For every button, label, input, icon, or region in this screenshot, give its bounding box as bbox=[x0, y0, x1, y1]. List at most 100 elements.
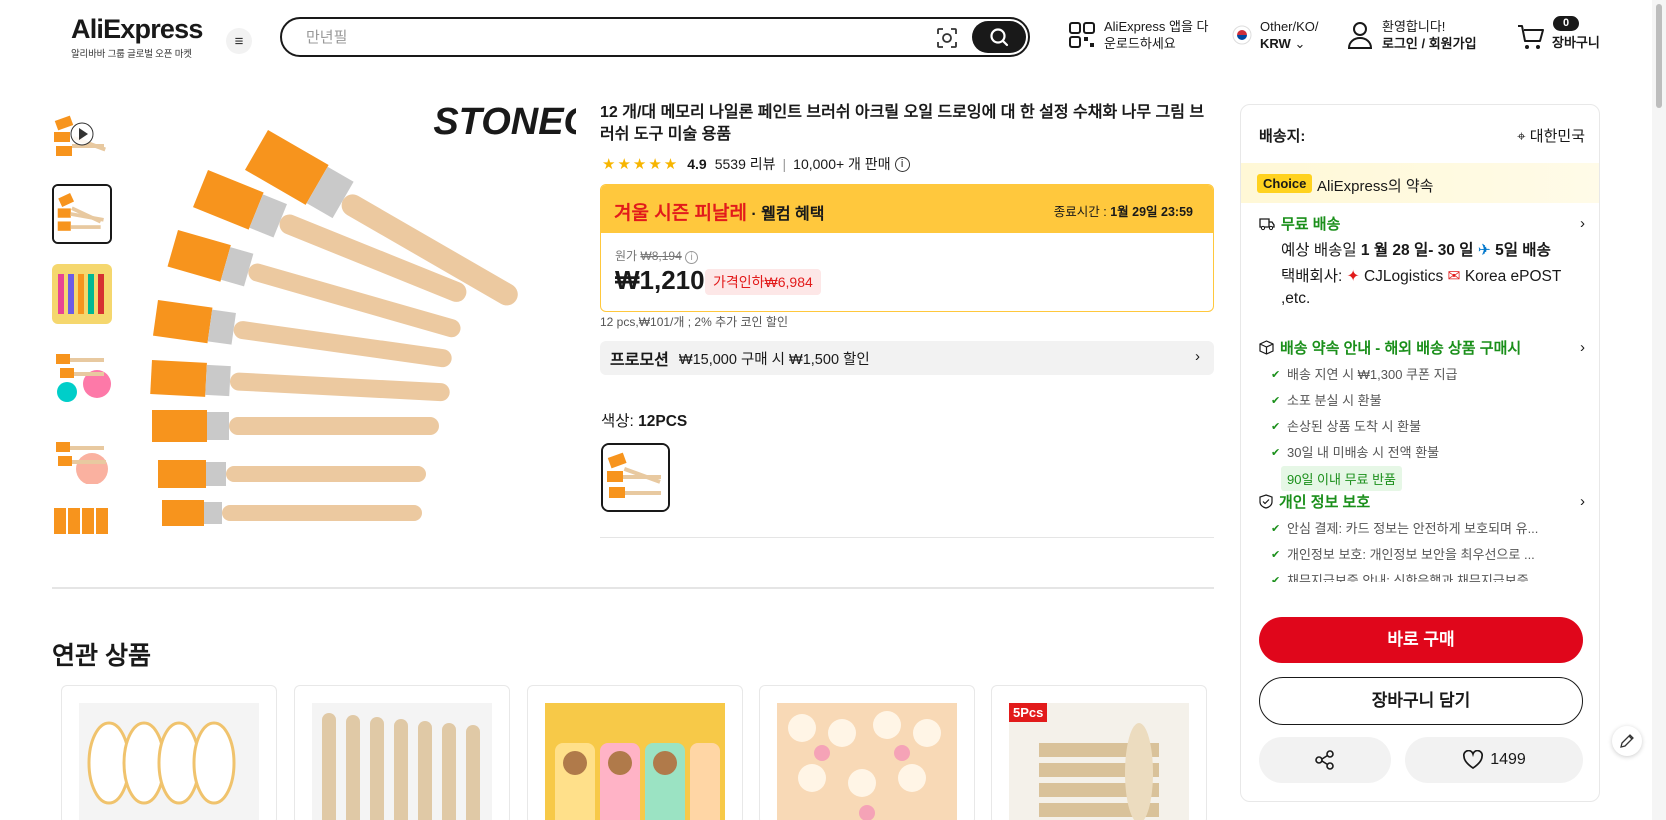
buy-now-button[interactable]: 바로 구매 bbox=[1259, 617, 1583, 663]
aliexpress-logo[interactable]: AliExpress 알리바바 그룹 글로벌 오픈 마켓 bbox=[71, 14, 203, 60]
promo-end-label: 종료시간 : bbox=[1053, 205, 1111, 219]
color-label: 색상: 12PCS bbox=[601, 409, 687, 431]
scrollbar-thumb[interactable] bbox=[1656, 4, 1662, 108]
privacy-item: 안심 결제: 카드 정보는 안전하게 보호되며 유... bbox=[1259, 516, 1585, 542]
privacy-item: 개인정보 보호: 개인정보 보안을 최우선으로 ... bbox=[1259, 542, 1585, 568]
header: AliExpress 알리바바 그룹 글로벌 오픈 마켓 ≡ AliExpres… bbox=[0, 0, 1666, 80]
thumbnail-5[interactable] bbox=[52, 504, 112, 550]
menu-icon[interactable]: ≡ bbox=[226, 28, 252, 54]
discount-badge: 가격인하₩6,984 bbox=[705, 269, 821, 295]
add-to-cart-button[interactable]: 장바구니 담기 bbox=[1259, 677, 1583, 725]
cart-count-badge: 0 bbox=[1553, 16, 1579, 31]
info-icon[interactable]: i bbox=[685, 251, 699, 264]
user-icon bbox=[1347, 22, 1373, 49]
related-product-card[interactable] bbox=[294, 685, 510, 820]
share-icon bbox=[1315, 750, 1334, 770]
related-product-image bbox=[312, 703, 492, 820]
promo-title: 겨울 시즌 피날레 bbox=[614, 203, 747, 224]
logo-tagline: 알리바바 그룹 글로벌 오픈 마켓 bbox=[71, 49, 192, 60]
related-product-card[interactable] bbox=[61, 685, 277, 820]
est-delivery-label: 예상 배송일 bbox=[1281, 242, 1361, 259]
chevron-right-icon: › bbox=[1580, 339, 1585, 356]
divider bbox=[600, 537, 1214, 538]
wishlist-button[interactable]: 1499 bbox=[1405, 737, 1583, 783]
swatch-image bbox=[603, 445, 668, 510]
delivery-guarantee-section[interactable]: 배송 약속 안내 - 해외 배송 상품 구매시 › 배송 지연 시 ₩1,300… bbox=[1259, 337, 1585, 491]
related-product-card[interactable] bbox=[759, 685, 975, 820]
brush-thumbnail-image bbox=[52, 344, 112, 404]
heart-icon bbox=[1463, 750, 1484, 769]
privacy-section[interactable]: 개인 정보 보호 › 안심 결제: 카드 정보는 안전하게 보호되며 유... … bbox=[1259, 491, 1585, 582]
ship-to-label: 배송지: bbox=[1259, 128, 1306, 145]
promo-price-box: 겨울 시즌 피날레 · 웰컴 혜택 종료시간 : 1월 29일 23:59 원가… bbox=[600, 184, 1214, 312]
plane-icon: ✈ bbox=[1477, 242, 1491, 259]
thumbnail-3[interactable] bbox=[52, 344, 112, 404]
korea-flag-icon bbox=[1232, 25, 1252, 45]
info-icon[interactable]: i bbox=[894, 156, 910, 172]
app-download[interactable]: AliExpress 앱을 다 운로드하세요 bbox=[1068, 18, 1209, 52]
ship-to-value[interactable]: ⌖ 대한민국 bbox=[1517, 125, 1585, 146]
promo-subtitle: · 웰컴 혜택 bbox=[746, 206, 825, 223]
purchase-panel: 배송지: ⌖ 대한민국 Choice AliExpress의 약속 무료 배송 … bbox=[1240, 104, 1600, 802]
main-product-image[interactable]: STONEGO bbox=[148, 100, 576, 546]
edit-pencil-button[interactable] bbox=[1612, 726, 1642, 756]
related-product-image bbox=[777, 703, 957, 820]
brush-thumbnail-image bbox=[52, 504, 112, 550]
rating-row[interactable]: ★★★★★ 4.9 5539 리뷰 | 10,000+ 개 판매 i bbox=[602, 154, 910, 174]
image-search-icon[interactable] bbox=[936, 27, 958, 49]
related-product-card[interactable] bbox=[527, 685, 743, 820]
thumbnail-4[interactable] bbox=[52, 424, 112, 484]
promotion-bar[interactable]: 프로모션 ₩15,000 구매 시 ₩1,500 할인 › bbox=[600, 341, 1214, 375]
page-scrollbar[interactable] bbox=[1652, 0, 1666, 820]
rating-stars: ★★★★★ bbox=[602, 156, 680, 173]
guarantee-item: 30일 내 미배송 시 전액 환불 bbox=[1259, 440, 1585, 466]
divider bbox=[52, 587, 1214, 589]
currency-text: KRW bbox=[1260, 36, 1291, 51]
review-count[interactable]: 5539 리뷰 bbox=[715, 154, 776, 174]
free-shipping-section[interactable]: 무료 배송 › 예상 배송일 1 월 28 일- 30 일 ✈ 5일 배송 택배… bbox=[1259, 213, 1585, 310]
color-value: 12PCS bbox=[638, 413, 688, 430]
brush-thumbnail-image bbox=[52, 264, 112, 324]
search-input[interactable] bbox=[306, 27, 886, 47]
original-price: ₩8,194 bbox=[640, 249, 682, 263]
carrier-label: 택배회사: bbox=[1281, 268, 1347, 285]
promo-banner: 겨울 시즌 피날레 · 웰컴 혜택 종료시간 : 1월 29일 23:59 bbox=[601, 185, 1213, 233]
choice-text: AliExpress의 약속 bbox=[1317, 178, 1434, 195]
locale-selector[interactable]: Other/KO/ KRW ⌄ bbox=[1232, 18, 1319, 52]
share-button[interactable] bbox=[1259, 737, 1391, 783]
thumbnail-video[interactable] bbox=[52, 104, 112, 164]
location-pin-icon: ⌖ bbox=[1517, 128, 1526, 145]
original-price-label: 원가 bbox=[615, 249, 641, 263]
app-download-line1: AliExpress 앱을 다 bbox=[1104, 19, 1209, 34]
thumbnail-list bbox=[52, 104, 114, 550]
welcome-text: 환영합니다! bbox=[1382, 19, 1446, 34]
search-icon bbox=[990, 28, 1009, 47]
sold-count: 10,000+ 개 판매 bbox=[793, 156, 891, 172]
chevron-down-icon: ⌄ bbox=[1294, 36, 1306, 51]
search-button[interactable] bbox=[972, 21, 1026, 53]
account-menu[interactable]: 환영합니다! 로그인 / 회원가입 bbox=[1346, 18, 1477, 52]
privacy-item: 채무지급보증 안내: 신한은행과 채무지급보증... bbox=[1259, 568, 1585, 582]
color-label-text: 색상: bbox=[601, 413, 639, 430]
rating-value: 4.9 bbox=[687, 156, 707, 172]
related-product-image bbox=[545, 703, 725, 820]
thumbnail-1[interactable] bbox=[52, 184, 112, 244]
guarantee-item: 소포 분실 시 환불 bbox=[1259, 388, 1585, 414]
box-icon bbox=[1259, 340, 1274, 355]
ship-to-row[interactable]: 배송지: ⌖ 대한민국 bbox=[1259, 125, 1585, 146]
thumbnail-2[interactable] bbox=[52, 264, 112, 324]
cart-icon bbox=[1518, 24, 1544, 49]
app-download-line2: 운로드하세요 bbox=[1104, 36, 1176, 51]
related-product-card[interactable]: 5Pcs bbox=[991, 685, 1207, 820]
chevron-right-icon: › bbox=[1195, 348, 1200, 365]
login-signup-link[interactable]: 로그인 / 회원가입 bbox=[1382, 36, 1477, 51]
choice-banner: Choice AliExpress의 약속 bbox=[1241, 163, 1599, 203]
related-products-title: 연관 상품 bbox=[52, 642, 151, 670]
logo-text: AliExpress bbox=[71, 14, 203, 44]
cart-label: 장바구니 bbox=[1552, 35, 1600, 50]
promotion-text: ₩15,000 구매 시 ₩1,500 할인 bbox=[678, 351, 870, 368]
color-swatch-12pcs[interactable] bbox=[601, 443, 670, 512]
est-delivery-dates: 1 월 28 일- 30 일 bbox=[1360, 242, 1474, 259]
privacy-heading: 개인 정보 보호 bbox=[1279, 494, 1371, 511]
ship-to-country: 대한민국 bbox=[1529, 128, 1585, 145]
